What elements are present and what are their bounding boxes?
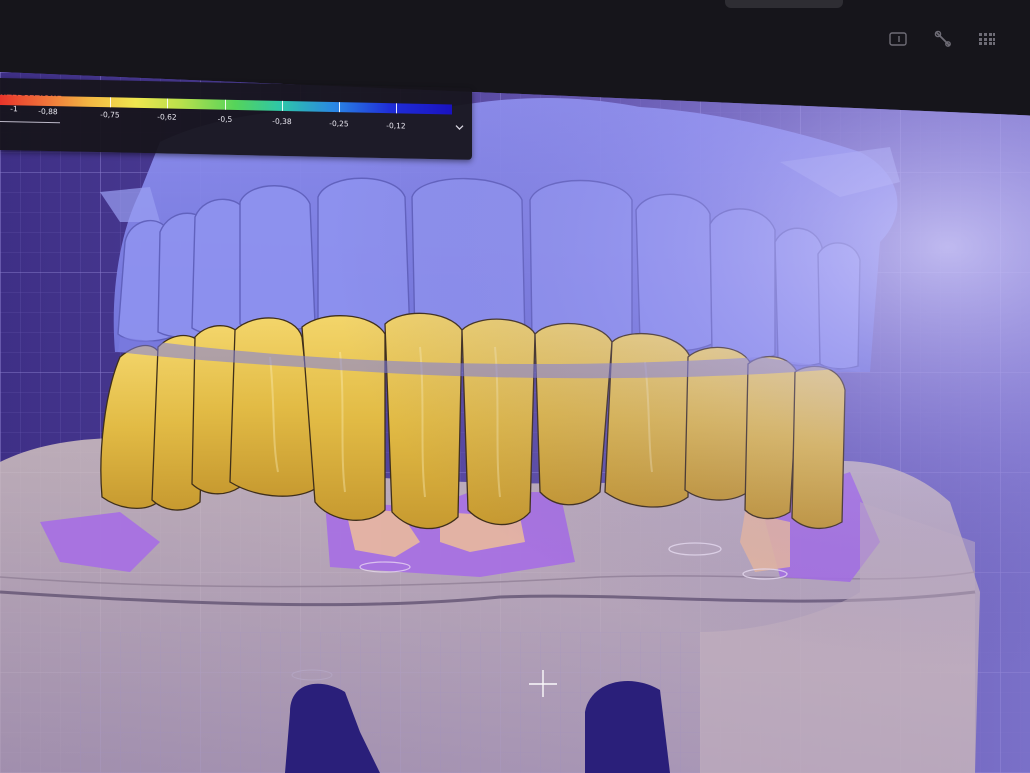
scale-tick bbox=[167, 98, 168, 109]
3d-viewport[interactable] bbox=[0, 72, 1030, 773]
tick-label: -0,38 bbox=[272, 116, 292, 127]
tick-label: -0,62 bbox=[157, 112, 177, 122]
tick-label: -0,75 bbox=[100, 110, 120, 120]
intersection-legend: NTERSEZIONE -1 -0,88 -0,75 -0,62 -0,5 -0… bbox=[0, 78, 472, 160]
wrench-icon[interactable] bbox=[930, 28, 956, 50]
scale-tick bbox=[396, 103, 397, 114]
tick-label: -0,5 bbox=[217, 114, 233, 124]
tick-label: -0,88 bbox=[38, 106, 58, 117]
tick-label: -0,25 bbox=[329, 118, 349, 129]
dental-scene bbox=[0, 72, 1030, 773]
tick-label: -0,12 bbox=[386, 121, 406, 131]
color-scale-bar bbox=[0, 95, 452, 115]
color-gradient bbox=[0, 95, 452, 115]
legend-underline bbox=[0, 121, 60, 124]
grid-dots-icon[interactable] bbox=[974, 28, 1000, 50]
chevron-down-icon[interactable] bbox=[454, 123, 464, 133]
tick-label: -1 bbox=[10, 104, 18, 114]
bezel-notch bbox=[725, 0, 843, 8]
scale-tick bbox=[110, 97, 111, 108]
scale-tick bbox=[282, 100, 283, 111]
scale-tick bbox=[339, 102, 340, 113]
scale-tick bbox=[225, 99, 226, 110]
layout-panel-icon[interactable] bbox=[885, 28, 911, 50]
